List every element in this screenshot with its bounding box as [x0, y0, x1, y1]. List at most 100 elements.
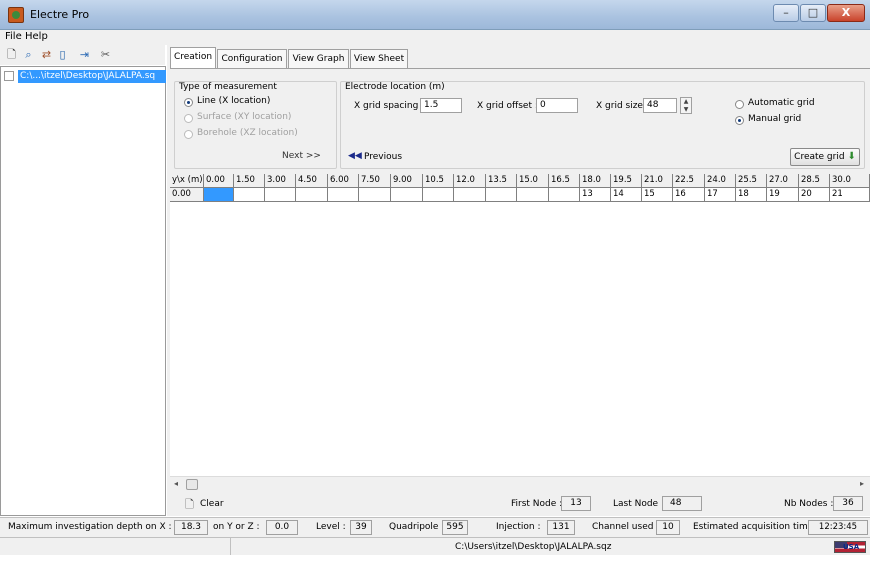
depth-x-value: 18.3 — [174, 520, 208, 535]
grid-cell[interactable] — [391, 188, 423, 202]
grid-column-header: 27.0 — [767, 174, 799, 188]
menu-help[interactable]: Help — [25, 31, 48, 42]
grid-cell[interactable] — [423, 188, 454, 202]
status-bar: Maximum investigation depth on X : 18.3 … — [0, 517, 870, 545]
offset-input[interactable]: 0 — [536, 98, 578, 113]
electrode-title: Electrode location (m) — [344, 82, 446, 92]
file-tree: C:\...\itzel\Desktop\JALALPA.sq — [0, 66, 166, 516]
menu-bar: File Help — [0, 30, 870, 45]
grid-cell[interactable]: 20 — [799, 188, 830, 202]
grid-cell[interactable] — [549, 188, 580, 202]
grid-column-header: 0.00 — [204, 174, 234, 188]
first-node-label: First Node : — [511, 499, 563, 509]
grid-cell[interactable] — [486, 188, 517, 202]
grid-column-header: 9.00 — [391, 174, 423, 188]
grid-column-header: 19.5 — [611, 174, 642, 188]
new-icon[interactable]: 🗋 — [5, 48, 18, 61]
grid-cell[interactable] — [328, 188, 359, 202]
grid-cell[interactable]: 21 — [830, 188, 870, 202]
grid-cell[interactable]: 19 — [767, 188, 799, 202]
size-input[interactable]: 48 — [643, 98, 677, 113]
grid-cell[interactable] — [517, 188, 549, 202]
tree-item-file[interactable]: C:\...\itzel\Desktop\JALALPA.sq — [3, 70, 166, 83]
scroll-right-icon[interactable]: ▸ — [860, 479, 864, 488]
time-value: 12:23:45 a.m. — [808, 520, 868, 545]
grid-column-header: 25.5 — [736, 174, 767, 188]
clear-button[interactable]: Clear — [200, 499, 224, 509]
clear-icon[interactable]: 🗋 — [185, 496, 194, 515]
tree-checkbox[interactable] — [4, 71, 14, 81]
scroll-thumb[interactable] — [186, 479, 198, 490]
automatic-grid-label[interactable]: Automatic grid — [748, 98, 815, 108]
nb-nodes-label: Nb Nodes : — [784, 499, 834, 509]
grid-cell[interactable] — [296, 188, 328, 202]
spacing-input[interactable]: 1.5 — [420, 98, 462, 113]
create-grid-button[interactable]: Create grid ⬇ — [790, 148, 860, 166]
grid-cell[interactable] — [265, 188, 296, 202]
maximize-button[interactable]: □ — [800, 4, 826, 22]
title-bar: Electre Pro – □ X — [0, 0, 870, 30]
tab-creation[interactable]: Creation — [170, 47, 216, 69]
previous-button[interactable]: Previous — [364, 152, 402, 162]
first-node-value: 13 — [561, 496, 591, 511]
grid-cell[interactable]: 13 — [580, 188, 611, 202]
scroll-left-icon[interactable]: ◂ — [174, 479, 178, 488]
grid-row-header: 0.00 — [170, 188, 204, 202]
line-radio[interactable] — [184, 98, 193, 107]
tree-item-label[interactable]: C:\...\itzel\Desktop\JALALPA.sq — [18, 70, 166, 83]
next-button[interactable]: Next >> — [282, 151, 321, 161]
grid-cell[interactable] — [204, 188, 234, 202]
manual-grid-label[interactable]: Manual grid — [748, 114, 801, 124]
grid-column-header: 28.5 — [799, 174, 830, 188]
menu-file[interactable]: File — [5, 31, 22, 42]
current-file-path: C:\Users\itzel\Desktop\JALALPA.sqz — [455, 542, 612, 552]
tab-configuration[interactable]: Configuration — [217, 49, 287, 68]
borehole-option-label: Borehole (XZ location) — [197, 128, 298, 138]
time-label: Estimated acquisition time : — [693, 522, 820, 532]
last-node-value: 48 — [662, 496, 702, 511]
channel-label: Channel used : — [592, 522, 660, 532]
grid-cell[interactable]: 17 — [705, 188, 736, 202]
grid-cell[interactable] — [234, 188, 265, 202]
settings-icon[interactable]: ✂ — [99, 48, 112, 61]
line-option-label[interactable]: Line (X location) — [197, 96, 270, 106]
last-node-label: Last Node : — [613, 499, 664, 509]
create-grid-icon: ⬇ — [847, 151, 856, 162]
window-title: Electre Pro — [30, 8, 90, 21]
language-flag-icon[interactable]: USA — [834, 541, 866, 553]
run-icon[interactable]: ⇥ — [78, 48, 91, 61]
grid-cell[interactable] — [454, 188, 486, 202]
path-divider — [230, 538, 231, 556]
manual-grid-radio[interactable] — [735, 116, 744, 125]
horizontal-scrollbar[interactable]: ◂ ▸ — [170, 476, 870, 492]
save-icon[interactable]: ⇄ — [40, 48, 53, 61]
automatic-grid-radio[interactable] — [735, 100, 744, 109]
tab-view-sheet[interactable]: View Sheet — [350, 49, 408, 68]
grid-column-header: 24.0 — [705, 174, 736, 188]
size-spinner[interactable]: ▲ ▼ — [680, 97, 692, 114]
minimize-button[interactable]: – — [773, 4, 799, 22]
grid-cell[interactable] — [359, 188, 391, 202]
grid-column-header: 4.50 — [296, 174, 328, 188]
node-bar: 🗋 Clear First Node : 13 Last Node : 48 N… — [170, 493, 870, 516]
grid-cell[interactable]: 14 — [611, 188, 642, 202]
injection-value: 131 — [547, 520, 575, 535]
grid-column-header: 12.0 — [454, 174, 486, 188]
grid-cell[interactable]: 15 — [642, 188, 673, 202]
depth-label: Maximum investigation depth on X : — [8, 522, 172, 532]
quadripole-value: 595 — [442, 520, 468, 535]
level-label: Level : — [316, 522, 346, 532]
grid-cell[interactable]: 16 — [673, 188, 705, 202]
nb-nodes-value: 36 — [833, 496, 863, 511]
open-icon[interactable]: ⌕ — [22, 48, 35, 61]
grid-cell[interactable]: 18 — [736, 188, 767, 202]
print-icon[interactable]: ▯ — [56, 48, 69, 61]
close-button[interactable]: X — [827, 4, 865, 22]
borehole-radio — [184, 130, 193, 139]
grid-column-header: 16.5 — [549, 174, 580, 188]
grid-table[interactable]: y\x (m) 0.00 0.00 1.50 3.00 4.50 6.00 7.50 9.00 1… — [170, 174, 870, 474]
tab-view-graph[interactable]: View Graph — [288, 49, 349, 68]
electrode-grid[interactable]: y\x (m) 0.00 0.00 1.50 3.00 4.50 6.00 7.50 9.00 1… — [170, 174, 870, 476]
previous-arrow-icon[interactable]: ◀◀ — [348, 151, 362, 161]
depth-yz-value: 0.0 — [266, 520, 298, 535]
